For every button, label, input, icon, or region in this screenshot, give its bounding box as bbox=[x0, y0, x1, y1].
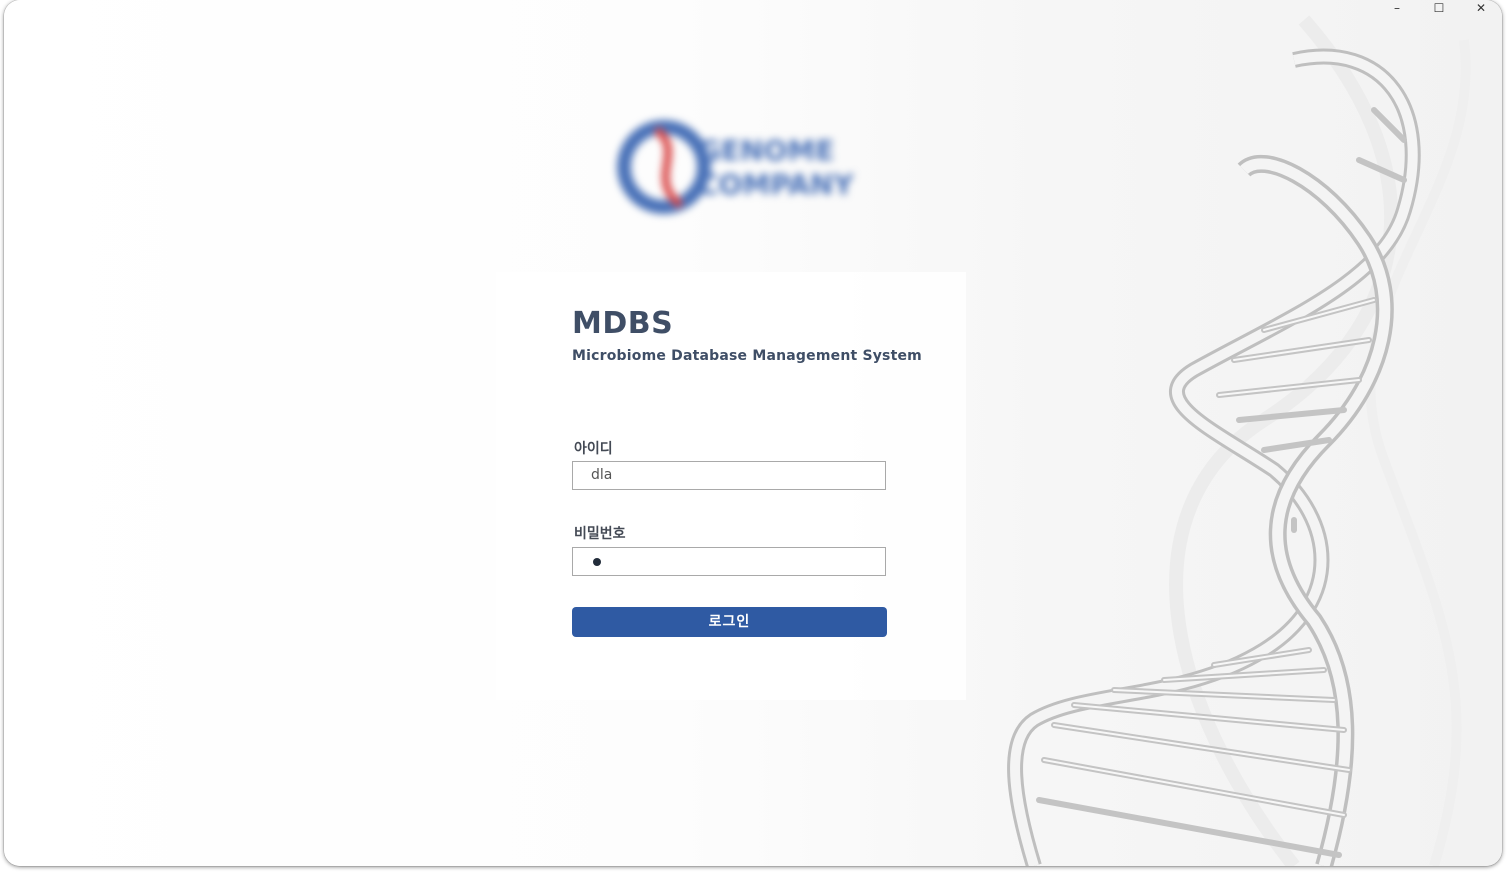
dna-helix-icon bbox=[1007, 15, 1471, 866]
genome-company-logo-icon: GENOME COMPANY bbox=[617, 120, 854, 214]
id-label: 아이디 bbox=[574, 441, 613, 457]
svg-text:GENOME: GENOME bbox=[698, 134, 834, 167]
minimize-button[interactable]: – bbox=[1376, 0, 1418, 16]
maximize-button[interactable]: ☐ bbox=[1418, 0, 1460, 16]
id-input-value: dla bbox=[591, 467, 613, 483]
minimize-icon: – bbox=[1394, 1, 1400, 15]
app-title: MDBS bbox=[572, 306, 674, 341]
close-button[interactable]: ✕ bbox=[1460, 0, 1502, 16]
id-input[interactable]: dla bbox=[572, 461, 886, 490]
close-icon: ✕ bbox=[1475, 1, 1487, 15]
password-label: 비밀번호 bbox=[574, 526, 626, 542]
login-button[interactable]: 로그인 bbox=[572, 607, 887, 637]
maximize-icon: ☐ bbox=[1433, 1, 1445, 15]
window-controls: – ☐ ✕ bbox=[1376, 0, 1502, 16]
svg-text:COMPANY: COMPANY bbox=[698, 168, 854, 201]
password-mask-dot bbox=[593, 558, 601, 566]
password-input[interactable] bbox=[572, 547, 886, 576]
login-window: – ☐ ✕ GENOME COMPANY MDBS Microbiome Dat… bbox=[4, 0, 1502, 866]
app-subtitle: Microbiome Database Management System bbox=[572, 348, 922, 364]
